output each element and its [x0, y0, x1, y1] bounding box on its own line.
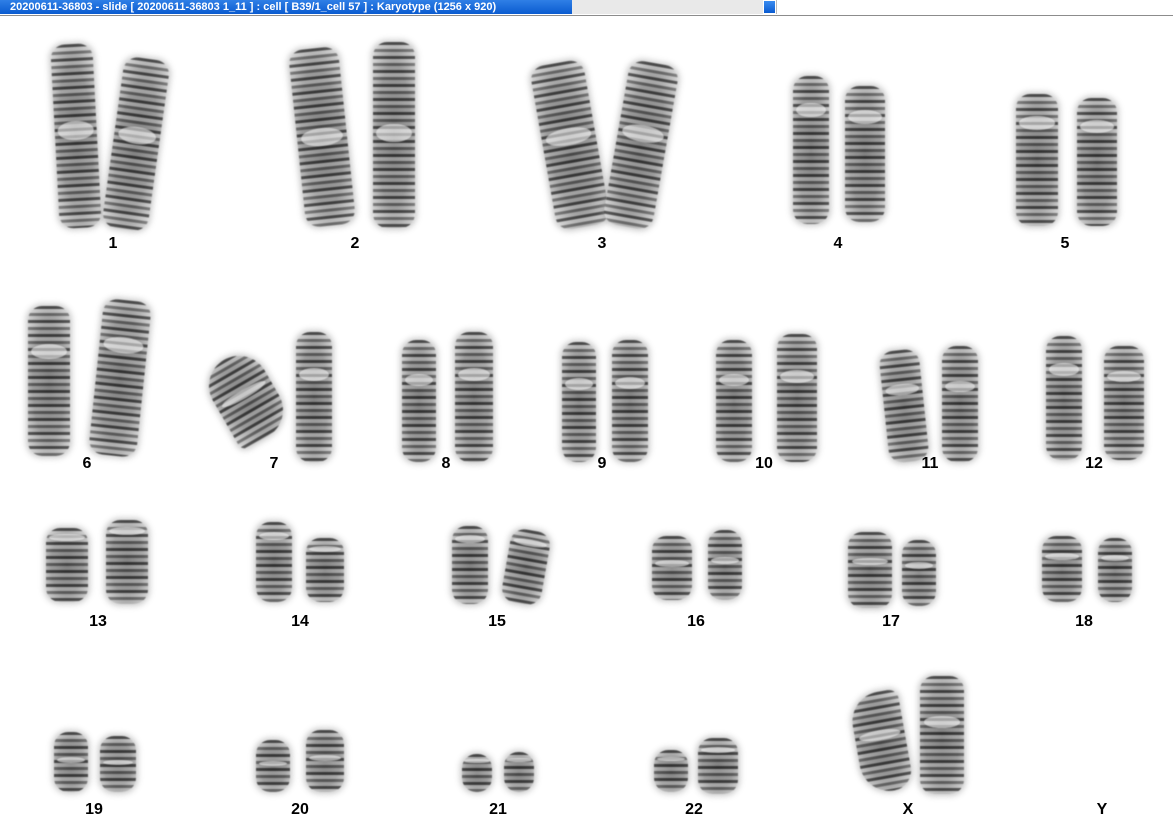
label-11: 11 — [921, 455, 939, 472]
chromosome-10a[interactable] — [716, 340, 752, 462]
chromosome-8a[interactable] — [402, 340, 436, 462]
chromosome-21a[interactable] — [462, 754, 492, 792]
label-1: 1 — [108, 235, 118, 252]
chromosome-2b[interactable] — [373, 42, 415, 228]
label-9: 9 — [597, 455, 607, 472]
chromosome-3b[interactable] — [601, 58, 681, 232]
chromosome-5b[interactable] — [1077, 98, 1117, 226]
chromosome-22b[interactable] — [698, 738, 738, 794]
chromosome-19a[interactable] — [54, 732, 88, 792]
label-22: 22 — [685, 801, 703, 818]
chromosome-18b[interactable] — [1098, 538, 1132, 602]
chromosome-13a[interactable] — [46, 528, 88, 602]
chromosome-9a[interactable] — [562, 342, 596, 462]
chromosome-14b[interactable] — [306, 538, 344, 602]
chromosome-21b[interactable] — [504, 752, 534, 792]
chromosome-15b[interactable] — [499, 527, 553, 607]
chromosome-7b[interactable] — [296, 332, 332, 462]
label-12: 12 — [1085, 455, 1103, 472]
label-7: 7 — [269, 455, 279, 472]
chromosome-9b[interactable] — [612, 340, 648, 462]
chromosome-12a[interactable] — [1046, 336, 1082, 460]
chromosome-20b[interactable] — [306, 730, 344, 792]
label-8: 8 — [441, 455, 451, 472]
chromosome-1b[interactable] — [101, 55, 171, 233]
chromosome-20a[interactable] — [256, 740, 290, 792]
label-21: 21 — [489, 801, 507, 818]
label-y: Y — [1096, 801, 1108, 818]
title-scroll-thumb[interactable] — [763, 0, 776, 14]
chromosome-x-b[interactable] — [920, 676, 964, 794]
chromosome-4b[interactable] — [845, 86, 885, 222]
chromosome-5a[interactable] — [1016, 94, 1058, 226]
chromosome-14a[interactable] — [256, 522, 292, 602]
chromosome-x-a[interactable] — [847, 688, 915, 796]
chromosome-17a[interactable] — [848, 532, 892, 608]
chromosome-18a[interactable] — [1042, 536, 1082, 602]
chromosome-3a[interactable] — [528, 58, 612, 232]
label-15: 15 — [488, 613, 506, 630]
chromosome-16b[interactable] — [708, 530, 742, 600]
window-title-bar: 20200611-36803 - slide [ 20200611-36803 … — [0, 0, 1173, 16]
label-20: 20 — [291, 801, 309, 818]
label-19: 19 — [85, 801, 103, 818]
label-3: 3 — [597, 235, 607, 252]
chromosome-12b[interactable] — [1104, 346, 1144, 460]
chromosome-6a[interactable] — [28, 306, 70, 456]
chromosome-15a[interactable] — [452, 526, 488, 604]
chromosome-19b[interactable] — [100, 736, 136, 792]
karyotype-canvas: 1 2 3 4 5 6 7 8 9 10 11 12 13 14 15 16 1… — [0, 16, 1173, 840]
title-bar-empty — [776, 0, 1173, 14]
chromosome-6b[interactable] — [87, 297, 153, 459]
label-6: 6 — [82, 455, 92, 472]
label-16: 16 — [687, 613, 705, 630]
chromosome-10b[interactable] — [777, 334, 817, 462]
label-14: 14 — [291, 613, 309, 630]
chromosome-11b[interactable] — [942, 346, 978, 462]
chromosome-8b[interactable] — [455, 332, 493, 462]
chromosome-1a[interactable] — [50, 43, 102, 229]
chromosome-16a[interactable] — [652, 536, 692, 600]
label-5: 5 — [1060, 235, 1070, 252]
label-4: 4 — [833, 235, 843, 252]
chromosome-11a[interactable] — [878, 348, 930, 464]
chromosome-22a[interactable] — [654, 750, 688, 792]
label-13: 13 — [89, 613, 107, 630]
chromosome-17b[interactable] — [902, 540, 936, 606]
window-title: 20200611-36803 - slide [ 20200611-36803 … — [0, 0, 572, 14]
chromosome-13b[interactable] — [106, 520, 148, 604]
label-x: X — [902, 801, 914, 818]
label-10: 10 — [755, 455, 773, 472]
chromosome-4a[interactable] — [793, 76, 829, 224]
label-18: 18 — [1075, 613, 1093, 630]
chromosome-7a[interactable] — [198, 344, 294, 452]
label-2: 2 — [350, 235, 360, 252]
label-17: 17 — [882, 613, 900, 630]
chromosome-2a[interactable] — [287, 45, 357, 229]
